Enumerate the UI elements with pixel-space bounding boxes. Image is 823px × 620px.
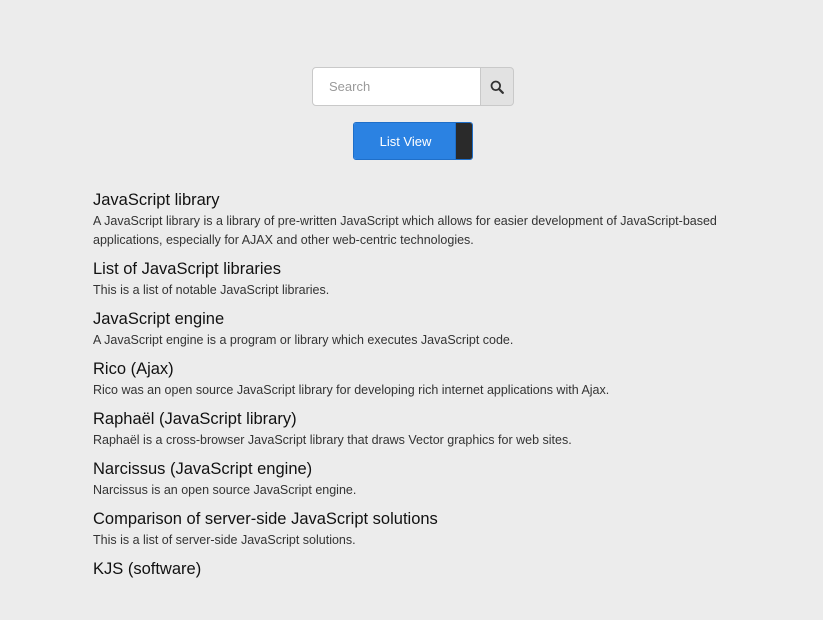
result-title[interactable]: KJS (software): [93, 557, 733, 581]
result-item: Comparison of server-side JavaScript sol…: [93, 507, 733, 550]
search-button[interactable]: [481, 67, 514, 106]
result-description: Rico was an open source JavaScript libra…: [93, 383, 610, 397]
result-title[interactable]: JavaScript engine: [93, 307, 733, 331]
result-item: Rico (Ajax) Rico was an open source Java…: [93, 357, 733, 400]
result-item: KJS (software): [93, 557, 733, 581]
result-title[interactable]: Narcissus (JavaScript engine): [93, 457, 733, 481]
search-input[interactable]: [312, 67, 481, 106]
result-title[interactable]: Rico (Ajax): [93, 357, 733, 381]
result-item: Raphaël (JavaScript library) Raphaël is …: [93, 407, 733, 450]
result-title[interactable]: Raphaël (JavaScript library): [93, 407, 733, 431]
result-description: A JavaScript library is a library of pre…: [93, 214, 717, 247]
result-item: JavaScript library A JavaScript library …: [93, 188, 733, 250]
list-view-button[interactable]: List View: [354, 123, 455, 159]
result-item: Narcissus (JavaScript engine) Narcissus …: [93, 457, 733, 500]
result-description: This is a list of notable JavaScript lib…: [93, 283, 330, 297]
result-description: Raphaël is a cross-browser JavaScript li…: [93, 433, 572, 447]
results-list: JavaScript library A JavaScript library …: [93, 188, 733, 588]
search-bar: [312, 67, 514, 106]
result-description: This is a list of server-side JavaScript…: [93, 533, 356, 547]
view-toggle-handle[interactable]: [455, 123, 472, 159]
result-title[interactable]: Comparison of server-side JavaScript sol…: [93, 507, 733, 531]
result-description: A JavaScript engine is a program or libr…: [93, 333, 514, 347]
result-description: Narcissus is an open source JavaScript e…: [93, 483, 357, 497]
result-title[interactable]: List of JavaScript libraries: [93, 257, 733, 281]
view-toggle: List View: [353, 122, 473, 160]
result-item: List of JavaScript libraries This is a l…: [93, 257, 733, 300]
result-item: JavaScript engine A JavaScript engine is…: [93, 307, 733, 350]
result-title[interactable]: JavaScript library: [93, 188, 733, 212]
search-icon: [490, 80, 504, 94]
